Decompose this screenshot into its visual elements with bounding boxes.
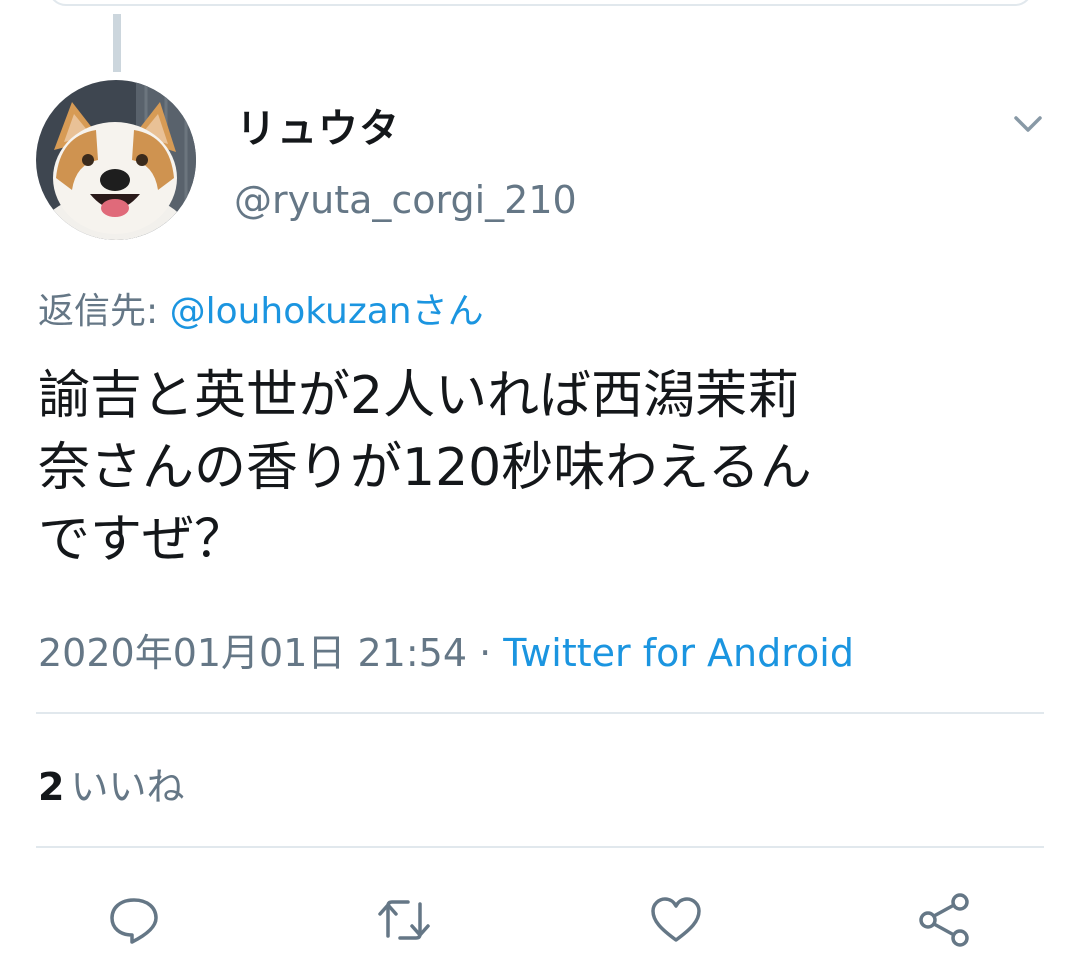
like-icon[interactable]: [646, 890, 706, 950]
likes-label: いいね: [70, 765, 185, 809]
reply-icon[interactable]: [104, 890, 164, 950]
user-handle[interactable]: @ryuta_corgi_210: [234, 178, 577, 222]
tweet-text-line: ですぜ？: [38, 510, 247, 570]
likes-stat[interactable]: 2 いいね: [38, 756, 184, 811]
thread-line: [113, 14, 121, 72]
tweet-text: 諭吉と英世が2人いれば西潟茉莉 奈さんの香りが120秒味わえるん ですぜ？: [38, 360, 1048, 576]
reply-mention-link[interactable]: @louhokuzanさん: [170, 291, 484, 332]
reply-to-line: 返信先: @louhokuzanさん: [38, 282, 484, 334]
tweet-text-line: 諭吉と英世が2人いれば西潟茉莉: [38, 366, 800, 426]
meta-separator: ·: [467, 631, 504, 675]
retweet-icon[interactable]: [374, 890, 434, 950]
timestamp: 2020年01月01日 21:54: [38, 631, 468, 675]
share-icon[interactable]: [914, 890, 974, 950]
source-link[interactable]: Twitter for Android: [503, 631, 854, 675]
tweet-text-line: 奈さんの香りが120秒味わえるん: [38, 438, 812, 498]
avatar[interactable]: [36, 80, 196, 240]
divider: [36, 846, 1044, 848]
quoted-card-edge: [48, 0, 1033, 6]
divider: [36, 712, 1044, 714]
chevron-down-icon[interactable]: [1012, 112, 1044, 136]
display-name[interactable]: リュウタ: [236, 96, 400, 154]
likes-count: 2: [38, 765, 65, 809]
reply-to-label: 返信先:: [38, 291, 170, 332]
tweet-meta: 2020年01月01日 21:54 · Twitter for Android: [38, 622, 854, 677]
avatar-image: [36, 80, 196, 240]
